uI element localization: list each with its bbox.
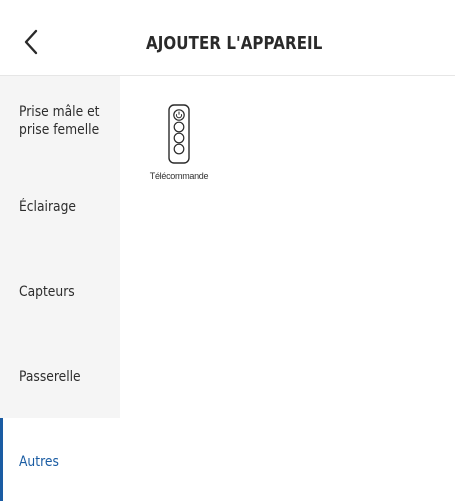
sidebar-item-label: Autres: [19, 454, 59, 470]
sidebar-item-label: Passerelle: [19, 369, 81, 385]
category-sidebar: Prise mâle et prise femelle Éclairage Ca…: [0, 76, 120, 501]
remote-control-icon: [168, 104, 190, 164]
sidebar-item-label: Capteurs: [19, 284, 75, 300]
back-button[interactable]: [20, 28, 44, 56]
header: AJOUTER L'APPAREIL: [0, 0, 455, 76]
active-indicator: [0, 418, 3, 501]
chevron-left-icon: [24, 29, 38, 55]
sidebar-item-autres[interactable]: Autres: [0, 418, 120, 501]
sidebar-item-label: Prise mâle et: [19, 104, 100, 120]
sidebar-item-capteurs[interactable]: Capteurs: [0, 249, 120, 335]
sidebar-item-label: prise femelle: [19, 122, 100, 138]
sidebar-item-label: Éclairage: [19, 199, 76, 215]
page-title: AJOUTER L'APPAREIL: [146, 34, 323, 54]
sidebar-item-eclairage[interactable]: Éclairage: [0, 163, 120, 249]
sidebar-item-passerelle[interactable]: Passerelle: [0, 335, 120, 418]
device-tile-telecommande[interactable]: Télécommande: [148, 104, 210, 184]
device-label: Télécommande: [149, 171, 209, 181]
add-device-screen: AJOUTER L'APPAREIL Prise mâle et prise f…: [0, 0, 455, 501]
sidebar-item-prise[interactable]: Prise mâle et prise femelle: [0, 76, 120, 163]
